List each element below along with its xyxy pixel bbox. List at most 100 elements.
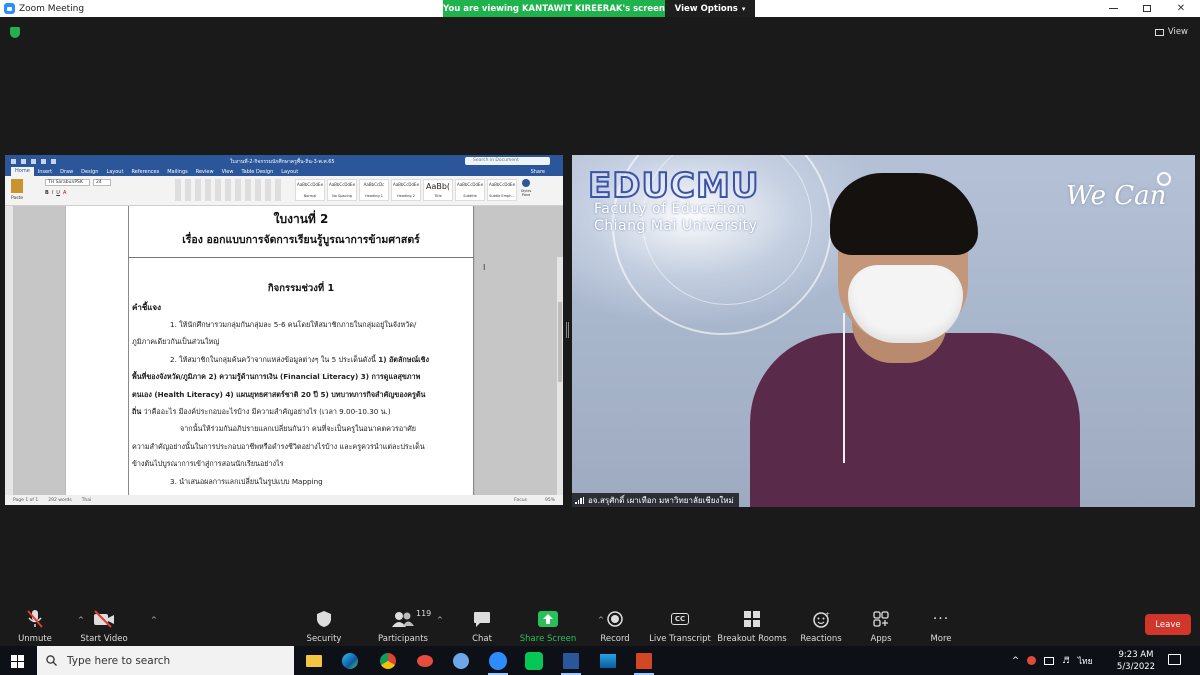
instructions-heading: คำชี้แจง (132, 303, 162, 312)
status-words: 292 words (48, 497, 72, 503)
wecan-mark-icon (1157, 172, 1171, 186)
word-tab-table-layout: Layout (281, 168, 299, 175)
input-language[interactable]: ไทย (1078, 654, 1093, 668)
close-button[interactable]: ✕ (1166, 0, 1196, 17)
viewing-screen-banner: You are viewing KANTAWIT KIREERAK's scre… (443, 0, 665, 17)
body-line: ภูมิภาคเดียวกันเป็นส่วนใหญ่ (132, 337, 220, 347)
body-line: จากนั้นให้ร่วมกันอภิปรายแลกเปลี่ยนกันว่า… (180, 424, 416, 434)
word-tab-draw: Draw (60, 168, 74, 175)
chevron-up-icon[interactable]: ^ (1012, 656, 1019, 666)
volume-icon[interactable]: ♬ (1062, 656, 1070, 666)
start-video-button[interactable]: ^ Start Video (69, 609, 157, 644)
status-language: Thai (81, 497, 92, 503)
chrome-browser-icon[interactable] (376, 650, 400, 671)
taskbar-search-box[interactable]: Type here to search (37, 646, 294, 675)
more-button[interactable]: ··· More (906, 609, 976, 644)
minimize-button[interactable] (1098, 0, 1128, 17)
bold-icon: B (45, 190, 49, 196)
word-status-bar: Page 1 of 1 292 words Thai Focus 95% (5, 495, 563, 505)
status-zoom: 95% (544, 497, 555, 503)
styles-pane-button: Styles Pane (517, 179, 535, 201)
encryption-shield-icon[interactable] (10, 27, 20, 38)
word-tab-layout: Layout (106, 168, 124, 175)
notification-icon[interactable] (1168, 654, 1181, 665)
share-screen-button[interactable]: ^ Share Screen (513, 609, 604, 644)
system-tray: ^ ♬ ไทย (1012, 646, 1093, 675)
warning-icon[interactable] (1027, 656, 1037, 665)
windows-start-icon[interactable] (11, 655, 24, 668)
word-taskbar-icon[interactable] (559, 650, 583, 675)
network-app-icon[interactable] (413, 650, 437, 671)
table-divider (128, 257, 474, 258)
cc-text: CC (670, 613, 690, 625)
chat-button[interactable]: Chat (447, 609, 517, 644)
unmute-button[interactable]: ^ Unmute (0, 609, 84, 644)
home-icon (11, 158, 16, 164)
zoom-taskbar-icon[interactable] (486, 650, 510, 675)
view-options-button[interactable]: View Options ▾ (665, 0, 755, 17)
share-screen-label: Share Screen (519, 634, 577, 644)
reactions-label: Reactions (800, 634, 842, 644)
muted-microphone-icon: ^ (26, 609, 84, 629)
educmu-logo: EDUCMU (587, 166, 760, 206)
apps-label: Apps (870, 634, 892, 644)
paste-icon (11, 179, 23, 193)
breakout-rooms-label: Breakout Rooms (717, 634, 787, 644)
faculty-name: Faculty of Education Chiang Mai Universi… (594, 201, 758, 234)
taskbar-clock[interactable]: 9:23 AM 5/3/2022 (1112, 649, 1160, 673)
style-no-spacing: AaBbCcDdEe No Spacing (327, 179, 357, 201)
svg-text:+: + (825, 611, 830, 618)
participants-button[interactable]: 119 ^ Participants (368, 609, 443, 644)
smiley-icon: + (812, 609, 830, 629)
styles-gallery: AaBbCcDdEe Normal AaBbCcDdEe No Spacing Aa… (295, 179, 517, 201)
line-app-icon[interactable] (522, 650, 546, 671)
breakout-rooms-button[interactable]: Breakout Rooms (717, 609, 787, 644)
word-scrollbar (557, 257, 563, 505)
body-line: ข้างต้นไปบูรณาการเข้าสู่การสอนนักเรียนอย… (132, 459, 284, 469)
format-buttons: B I U A (45, 190, 66, 196)
font-size-box: 24 (93, 179, 111, 186)
view-button[interactable]: View (1154, 27, 1188, 37)
start-video-label: Start Video (80, 634, 128, 644)
window-title: Zoom Meeting (19, 3, 85, 14)
powerpoint-taskbar-icon[interactable] (632, 650, 656, 675)
shield-icon (316, 609, 332, 629)
chat-label: Chat (472, 634, 492, 644)
undo-icon (31, 158, 36, 164)
file-explorer-icon[interactable] (302, 650, 326, 671)
view-options-label: View Options (674, 3, 738, 14)
worksheet-heading: ใบงานที่ 2 (273, 212, 329, 226)
document-body: 1. ให้นักศึกษารวมกลุ่มกันกลุ่มละ 5-6 คนโ… (132, 316, 474, 490)
participants-count: 119 (416, 609, 432, 618)
chevron-down-icon: ▾ (741, 4, 746, 13)
document-page: ใบงานที่ 2 เรื่อง ออกแบบการจัดการเรียนรู… (65, 206, 475, 495)
restore-button[interactable] (1132, 0, 1162, 17)
chevron-up-icon: ^ (151, 616, 157, 624)
apps-icon (873, 609, 889, 629)
photos-app-icon[interactable] (596, 650, 620, 671)
closed-caption-icon: CC (670, 609, 690, 629)
status-page: Page 1 of 1 (13, 497, 39, 503)
leave-button[interactable]: Leave (1145, 614, 1191, 635)
security-button[interactable]: Security (289, 609, 359, 644)
participant-video-tile: EDUCMU Faculty of Education Chiang Mai U… (572, 155, 1195, 507)
live-transcript-button[interactable]: CC Live Transcript (645, 609, 715, 644)
edge-browser-icon[interactable] (338, 650, 362, 671)
earphone-wire (843, 313, 845, 463)
document-canvas: ใบงานที่ 2 เรื่อง ออกแบบการจัดการเรียนรู… (5, 206, 563, 505)
network-icon[interactable] (1044, 656, 1055, 665)
zoom-app-icon (4, 3, 15, 14)
record-button[interactable]: Record (580, 609, 650, 644)
unmute-label: Unmute (18, 634, 52, 644)
word-tab-references: References (131, 168, 160, 175)
split-view-handle[interactable] (566, 322, 569, 338)
minimize-icon (1108, 8, 1118, 9)
word-ribbon-tabs: Home Insert Draw Design Layout Reference… (5, 167, 563, 176)
globe-app-icon[interactable] (449, 650, 473, 671)
style-subtle-emphasis: AaBbCcDdEe Subtle Emph... (487, 179, 517, 201)
paste-label: Paste (11, 196, 24, 201)
restore-icon (1143, 5, 1151, 12)
search-icon (46, 655, 57, 666)
zoom-meeting-window: Zoom Meeting You are viewing KANTAWIT KI… (0, 0, 1200, 675)
word-document-title: ใบงานที่-2-กิจกรรมนักศึกษาครูพื้น-ถิ่น-3… (230, 159, 335, 165)
